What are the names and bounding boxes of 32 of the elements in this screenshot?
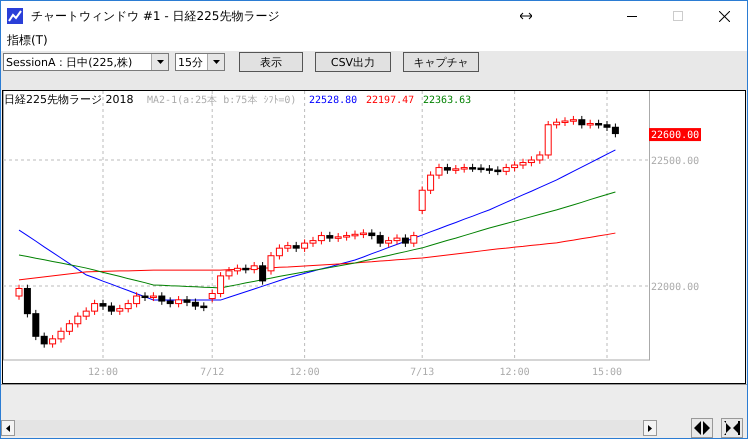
time-axis-label: 7/12 (200, 366, 224, 378)
chart-title: 日経225先物ラージ 2018 (4, 92, 134, 106)
chart-app-icon (7, 8, 23, 24)
price-axis-label: 22500.00 (651, 156, 700, 167)
price-axis-label: 22000.00 (651, 282, 700, 293)
time-axis-label: 7/13 (410, 366, 434, 378)
interval-dropdown[interactable]: 15分 (175, 53, 225, 72)
left-arrow-icon (6, 424, 10, 432)
caret-icon (156, 60, 164, 64)
indicator-value: 22197.47 (366, 94, 414, 106)
indicator-label: MA2-1(a:25本 b:75本 ｼﾌﾄ=0) (147, 94, 296, 106)
close-icon (718, 10, 730, 22)
menu-item[interactable]: 指標(T) (7, 32, 48, 50)
toolbar-button[interactable]: 表示 (239, 52, 303, 72)
time-axis-label: 15:00 (592, 366, 622, 378)
caret-icon (212, 60, 220, 64)
toolbar-button[interactable]: キャプチャ (403, 52, 479, 72)
maximize-icon (673, 11, 683, 21)
toolbar-button[interactable]: CSV出力 (315, 52, 391, 72)
indicator-value: 22363.63 (423, 94, 472, 106)
time-axis-label: 12:00 (500, 366, 530, 378)
session-dropdown[interactable]: SessionA : 日中(225,株) (3, 53, 169, 72)
scroll-right-button[interactable] (643, 420, 657, 436)
right-arrow-icon (648, 424, 652, 432)
indicator-value: 22528.80 (309, 94, 358, 106)
current-price-badge: 22600.00 (649, 128, 701, 141)
time-axis-label: 12:00 (290, 366, 320, 378)
collapse-icon[interactable] (721, 418, 743, 438)
scroll-left-button[interactable] (1, 420, 15, 436)
window-title: チャートウィンドウ #1 - 日経225先物ラージ (31, 8, 280, 24)
time-axis-label: 12:00 (88, 366, 118, 378)
expand-icon[interactable] (691, 418, 713, 438)
